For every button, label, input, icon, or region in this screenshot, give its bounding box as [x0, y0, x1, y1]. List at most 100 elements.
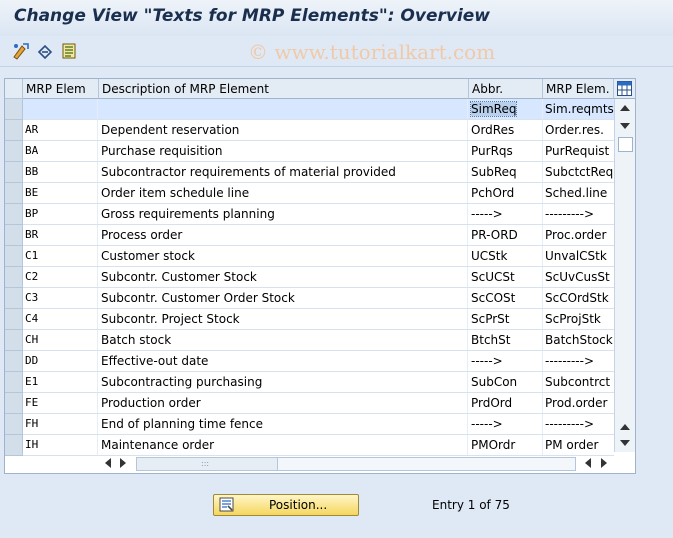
scroll-last-arrow[interactable] — [601, 458, 607, 468]
row-selector[interactable] — [5, 99, 23, 120]
cell-mrp[interactable]: Sched.line — [543, 183, 614, 203]
table-row[interactable]: C1 Customer stock UCStk UnvalCStk — [23, 246, 614, 267]
table-row[interactable]: IH Maintenance order PMOrdr PM order — [23, 435, 614, 456]
cell-key[interactable]: C2 — [23, 267, 98, 287]
table-row[interactable]: SimReq Sim.reqmts — [23, 99, 614, 120]
table-row[interactable]: BA Purchase requisition PurRqs PurRequist — [23, 141, 614, 162]
row-selector[interactable] — [5, 162, 23, 183]
cell-desc[interactable]: Subcontractor requirements of material p… — [99, 162, 468, 182]
scroll-thumb[interactable] — [618, 137, 633, 152]
cell-abbr[interactable]: OrdRes — [469, 120, 543, 140]
table-row[interactable]: FE Production order PrdOrd Prod.order — [23, 393, 614, 414]
cell-key[interactable]: BR — [23, 225, 98, 245]
scroll-down-arrow[interactable] — [620, 440, 630, 446]
cell-key[interactable]: C3 — [23, 288, 98, 308]
cell-desc[interactable]: Effective-out date — [99, 351, 468, 371]
cell-key[interactable]: AR — [23, 120, 98, 140]
row-selector[interactable] — [5, 372, 23, 393]
select-all-corner[interactable] — [5, 79, 23, 99]
column-header-mrp-element[interactable]: MRP Elem. — [543, 79, 614, 99]
column-header-mrp-elem[interactable]: MRP Elem — [23, 79, 99, 99]
vertical-scrollbar[interactable] — [614, 99, 635, 452]
cell-key[interactable]: E1 — [23, 372, 98, 392]
cell-mrp[interactable]: ---------> — [543, 351, 614, 371]
cell-mrp[interactable]: Sim.reqmts — [543, 99, 614, 119]
scroll-left-arrow[interactable] — [120, 458, 126, 468]
cell-desc[interactable]: Subcontr. Customer Stock — [99, 267, 468, 287]
cell-mrp[interactable]: BatchStock — [543, 330, 614, 350]
row-selector[interactable] — [5, 351, 23, 372]
row-selector[interactable] — [5, 435, 23, 456]
cell-abbr[interactable]: ScPrSt — [469, 309, 543, 329]
cell-key[interactable]: FE — [23, 393, 98, 413]
cell-mrp[interactable]: Prod.order — [543, 393, 614, 413]
scroll-back-arrow[interactable] — [585, 458, 591, 468]
cell-key[interactable]: BA — [23, 141, 98, 161]
position-button[interactable]: Position... — [213, 494, 359, 516]
table-row[interactable]: DD Effective-out date -----> ---------> — [23, 351, 614, 372]
cell-mrp[interactable]: PurRequist — [543, 141, 614, 161]
cell-abbr[interactable]: -----> — [469, 204, 543, 224]
cell-abbr[interactable]: UCStk — [469, 246, 543, 266]
cell-abbr[interactable]: PchOrd — [469, 183, 543, 203]
cell-mrp[interactable]: PM order — [543, 435, 614, 455]
table-row[interactable]: E1 Subcontracting purchasing SubCon Subcont… — [23, 372, 614, 393]
cell-desc[interactable]: Order item schedule line — [99, 183, 468, 203]
cell-mrp[interactable]: Proc.order — [543, 225, 614, 245]
cell-mrp[interactable]: ScProjStk — [543, 309, 614, 329]
scroll-up-arrow-bottom[interactable] — [620, 424, 630, 430]
cell-mrp[interactable]: ---------> — [543, 414, 614, 434]
cell-mrp[interactable]: Subcontrct — [543, 372, 614, 392]
table-row[interactable]: FH End of planning time fence -----> ------… — [23, 414, 614, 435]
cell-abbr[interactable]: ScUCSt — [469, 267, 543, 287]
table-row[interactable]: CH Batch stock BtchSt BatchStock — [23, 330, 614, 351]
table-row[interactable]: AR Dependent reservation OrdRes Order.res. — [23, 120, 614, 141]
cell-abbr[interactable]: SubCon — [469, 372, 543, 392]
cell-mrp[interactable]: ---------> — [543, 204, 614, 224]
row-selector[interactable] — [5, 309, 23, 330]
row-selector[interactable] — [5, 141, 23, 162]
cell-desc[interactable]: Dependent reservation — [99, 120, 468, 140]
hscroll-right-buttons[interactable] — [580, 455, 614, 471]
cell-mrp[interactable]: ScCOrdStk — [543, 288, 614, 308]
cell-abbr[interactable]: -----> — [469, 351, 543, 371]
cell-abbr[interactable]: PMOrdr — [469, 435, 543, 455]
cell-desc[interactable]: Batch stock — [99, 330, 468, 350]
column-header-description[interactable]: Description of MRP Element — [99, 79, 469, 99]
cell-abbr[interactable]: PR-ORD — [469, 225, 543, 245]
cell-desc[interactable]: Process order — [99, 225, 468, 245]
cell-key[interactable]: DD — [23, 351, 98, 371]
cell-key[interactable]: FH — [23, 414, 98, 434]
cell-desc[interactable]: Subcontracting purchasing — [99, 372, 468, 392]
details-icon[interactable] — [60, 42, 78, 60]
table-row[interactable]: BR Process order PR-ORD Proc.order — [23, 225, 614, 246]
column-config-button[interactable] — [614, 79, 635, 99]
scroll-up-arrow[interactable] — [620, 105, 630, 111]
hscroll-thumb[interactable]: ::: — [137, 458, 278, 470]
table-row[interactable]: BB Subcontractor requirements of material… — [23, 162, 614, 183]
cell-abbr[interactable]: PrdOrd — [469, 393, 543, 413]
row-selector[interactable] — [5, 120, 23, 141]
cell-desc[interactable]: Gross requirements planning — [99, 204, 468, 224]
scroll-down-arrow-top[interactable] — [620, 123, 630, 129]
cell-key[interactable] — [23, 99, 98, 119]
cell-key[interactable]: CH — [23, 330, 98, 350]
cell-desc[interactable]: Maintenance order — [99, 435, 468, 455]
cell-desc[interactable]: End of planning time fence — [99, 414, 468, 434]
display-change-icon[interactable] — [12, 42, 30, 60]
cell-desc[interactable]: Purchase requisition — [99, 141, 468, 161]
cell-desc[interactable]: Subcontr. Project Stock — [99, 309, 468, 329]
cell-abbr[interactable]: -----> — [469, 414, 543, 434]
row-selector[interactable] — [5, 183, 23, 204]
cell-key[interactable]: BB — [23, 162, 98, 182]
table-row[interactable]: BP Gross requirements planning -----> -----… — [23, 204, 614, 225]
cell-mrp[interactable]: Order.res. — [543, 120, 614, 140]
table-row[interactable]: BE Order item schedule line PchOrd Sched.li… — [23, 183, 614, 204]
row-selector[interactable] — [5, 414, 23, 435]
cell-key[interactable]: BP — [23, 204, 98, 224]
cell-key[interactable]: C1 — [23, 246, 98, 266]
other-entry-icon[interactable] — [36, 42, 54, 60]
table-row[interactable]: C2 Subcontr. Customer Stock ScUCSt ScUvCusS… — [23, 267, 614, 288]
cell-abbr[interactable]: BtchSt — [469, 330, 543, 350]
cell-abbr[interactable]: SimReq — [469, 99, 543, 119]
